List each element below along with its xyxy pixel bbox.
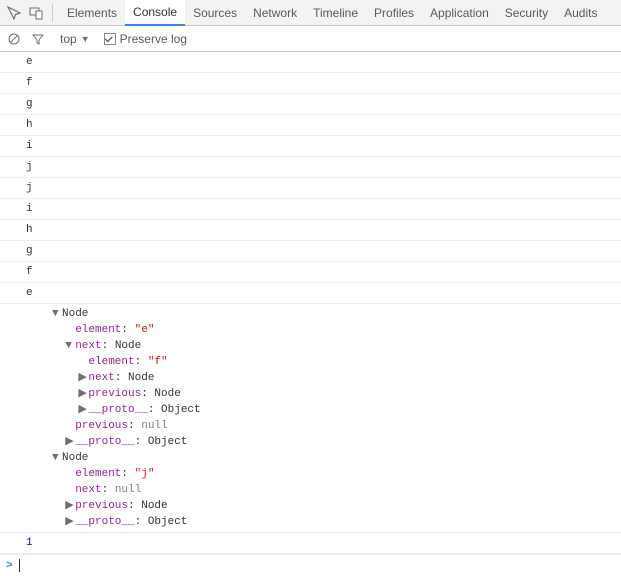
tree-line[interactable]: ▶previous: Node — [26, 386, 621, 402]
log-line: h — [0, 220, 621, 241]
tree-line[interactable]: ▼Node — [26, 450, 621, 466]
device-toggle-icon[interactable] — [26, 3, 46, 23]
tree-line: next: null — [26, 482, 621, 498]
tree-line: element: "f" — [26, 354, 621, 370]
tab-network[interactable]: Network — [245, 0, 305, 26]
tree-line: element: "e" — [26, 322, 621, 338]
log-line: e — [0, 283, 621, 304]
log-line: f — [0, 262, 621, 283]
devtools-toolbar: ElementsConsoleSourcesNetworkTimelinePro… — [0, 0, 621, 26]
log-line: f — [0, 73, 621, 94]
text-cursor — [19, 559, 20, 572]
log-line: i — [0, 199, 621, 220]
tree-line: element: "j" — [26, 466, 621, 482]
prompt-caret-icon: > — [6, 560, 13, 572]
console-output: efghijjihgfe ▼Node element: "e" ▼next: N… — [0, 52, 621, 576]
log-line: g — [0, 241, 621, 262]
tab-security[interactable]: Security — [497, 0, 556, 26]
chevron-down-icon: ▼ — [81, 34, 90, 44]
log-line-number: 1 — [0, 533, 621, 554]
tab-timeline[interactable]: Timeline — [305, 0, 366, 26]
tree-line[interactable]: ▶__proto__: Object — [26, 434, 621, 450]
tree-line[interactable]: ▶previous: Node — [26, 498, 621, 514]
tab-profiles[interactable]: Profiles — [366, 0, 422, 26]
console-input[interactable] — [26, 560, 615, 572]
log-line: g — [0, 94, 621, 115]
filter-icon[interactable] — [30, 31, 46, 47]
log-line: e — [0, 52, 621, 73]
panel-tabs: ElementsConsoleSourcesNetworkTimelinePro… — [59, 0, 605, 26]
toolbar-divider — [52, 4, 53, 22]
tree-line[interactable]: ▶__proto__: Object — [26, 514, 621, 530]
tree-line: previous: null — [26, 418, 621, 434]
tab-elements[interactable]: Elements — [59, 0, 125, 26]
log-line: j — [0, 178, 621, 199]
context-selector[interactable]: top ▼ — [54, 30, 96, 48]
console-prompt[interactable]: > — [0, 554, 621, 576]
tab-sources[interactable]: Sources — [185, 0, 245, 26]
log-line: h — [0, 115, 621, 136]
tree-line[interactable]: ▼next: Node — [26, 338, 621, 354]
object-tree[interactable]: ▼Node element: "e" ▼next: Node element: … — [0, 304, 621, 533]
console-subtoolbar: top ▼ Preserve log — [0, 26, 621, 52]
tree-line[interactable]: ▶next: Node — [26, 370, 621, 386]
tab-audits[interactable]: Audits — [556, 0, 605, 26]
log-line: i — [0, 136, 621, 157]
tab-console[interactable]: Console — [125, 0, 185, 26]
context-label: top — [60, 32, 77, 46]
log-line: j — [0, 157, 621, 178]
preserve-log-label: Preserve log — [120, 32, 187, 46]
inspect-icon[interactable] — [4, 3, 24, 23]
checkbox-icon — [104, 33, 116, 45]
tree-line[interactable]: ▶__proto__: Object — [26, 402, 621, 418]
clear-console-icon[interactable] — [6, 31, 22, 47]
preserve-log-toggle[interactable]: Preserve log — [104, 32, 187, 46]
tab-application[interactable]: Application — [422, 0, 497, 26]
tree-line[interactable]: ▼Node — [26, 306, 621, 322]
